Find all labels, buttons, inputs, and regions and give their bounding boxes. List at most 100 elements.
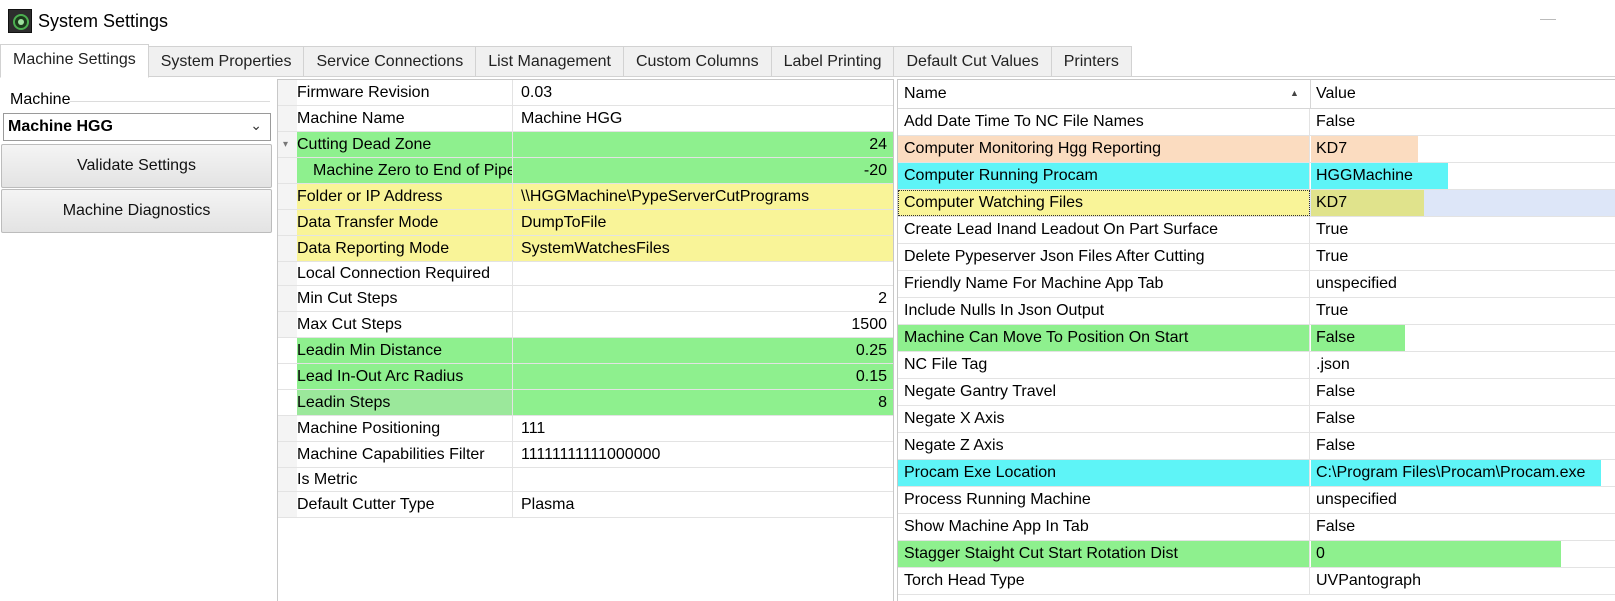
tab-system-properties[interactable]: System Properties — [147, 46, 305, 77]
tab-service-connections[interactable]: Service Connections — [303, 46, 477, 77]
property-value[interactable]: \\HGGMachine\PypeServerCutPrograms — [521, 184, 893, 209]
property-value[interactable]: DumpToFile — [521, 210, 893, 235]
table-row[interactable]: Computer Running Procam HGGMachine — [898, 163, 1615, 190]
property-row[interactable]: Leadin Steps 8 — [278, 390, 893, 416]
column-header-value[interactable]: Value — [1316, 85, 1356, 103]
property-row[interactable]: Min Cut Steps 2 — [278, 286, 893, 312]
table-row[interactable]: Negate X Axis False — [898, 406, 1615, 433]
row-name: Computer Monitoring Hgg Reporting — [898, 136, 1310, 162]
property-row[interactable]: Folder or IP Address \\HGGMachine\PypeSe… — [278, 184, 893, 210]
row-name: Show Machine App In Tab — [898, 514, 1310, 540]
machine-select[interactable]: Machine HGG ⌄ — [3, 113, 271, 141]
row-value[interactable]: KD7 — [1311, 136, 1418, 162]
validate-settings-button[interactable]: Validate Settings — [1, 144, 272, 188]
row-name: Negate Gantry Travel — [898, 379, 1310, 405]
table-row-selected[interactable]: Computer Watching Files KD7 — [898, 190, 1615, 217]
row-value[interactable]: unspecified — [1311, 487, 1397, 513]
property-row[interactable]: Data Transfer Mode DumpToFile — [278, 210, 893, 236]
tab-custom-columns[interactable]: Custom Columns — [622, 46, 772, 77]
property-value[interactable]: 0.25 — [521, 338, 893, 363]
settings-table: Name ▲ Value Add Date Time To NC File Na… — [897, 79, 1615, 601]
property-value[interactable]: 8 — [521, 390, 893, 415]
row-name: Computer Running Procam — [898, 163, 1310, 189]
table-row[interactable]: Delete Pypeserver Json Files After Cutti… — [898, 244, 1615, 271]
tab-list-management[interactable]: List Management — [475, 46, 624, 77]
table-row[interactable]: Negate Z Axis False — [898, 433, 1615, 460]
row-value[interactable]: UVPantograph — [1311, 568, 1421, 594]
row-value[interactable]: False — [1311, 514, 1355, 540]
table-row[interactable]: Computer Monitoring Hgg Reporting KD7 — [898, 136, 1615, 163]
property-row[interactable]: Local Connection Required — [278, 262, 893, 286]
row-value[interactable]: False — [1311, 379, 1355, 405]
row-value[interactable]: HGGMachine — [1311, 163, 1448, 189]
column-header-name[interactable]: Name — [904, 85, 947, 103]
row-value[interactable]: False — [1311, 325, 1405, 351]
table-row[interactable]: Add Date Time To NC File Names False — [898, 109, 1615, 136]
row-value[interactable]: False — [1311, 433, 1355, 459]
table-row[interactable]: Machine Can Move To Position On Start Fa… — [898, 325, 1615, 352]
row-value[interactable]: .json — [1311, 352, 1350, 378]
property-value[interactable]: 1500 — [521, 312, 893, 337]
table-row[interactable]: Process Running Machine unspecified — [898, 487, 1615, 514]
property-value — [521, 262, 893, 285]
property-value[interactable]: Plasma — [521, 492, 893, 517]
row-name: Stagger Staight Cut Start Rotation Dist — [898, 541, 1310, 567]
property-value[interactable]: 111 — [521, 416, 893, 441]
property-value[interactable]: 0.15 — [521, 364, 893, 389]
property-value[interactable]: -20 — [521, 158, 893, 183]
table-row[interactable]: Negate Gantry Travel False — [898, 379, 1615, 406]
property-row[interactable]: Machine Zero to End of Pipe -20 — [278, 158, 893, 184]
tab-printers[interactable]: Printers — [1050, 46, 1132, 77]
tab-label-printing[interactable]: Label Printing — [770, 46, 895, 77]
property-value[interactable]: 2 — [521, 286, 893, 311]
property-row[interactable]: Max Cut Steps 1500 — [278, 312, 893, 338]
row-value[interactable]: True — [1311, 217, 1348, 243]
table-row[interactable]: Torch Head Type UVPantograph — [898, 568, 1615, 595]
row-name: Include Nulls In Json Output — [898, 298, 1310, 324]
row-value[interactable]: unspecified — [1311, 271, 1397, 297]
table-row[interactable]: Include Nulls In Json Output True — [898, 298, 1615, 325]
property-row[interactable]: Machine Capabilities Filter 111111111110… — [278, 442, 893, 468]
tab-default-cut-values[interactable]: Default Cut Values — [893, 46, 1052, 77]
tab-machine-settings[interactable]: Machine Settings — [0, 44, 149, 78]
property-name: Local Connection Required — [297, 262, 513, 285]
table-row[interactable]: NC File Tag .json — [898, 352, 1615, 379]
property-row[interactable]: Leadin Min Distance 0.25 — [278, 338, 893, 364]
minimize-button[interactable] — [1540, 19, 1556, 20]
row-value[interactable]: 0 — [1311, 541, 1561, 567]
sort-ascending-icon: ▲ — [1290, 88, 1299, 98]
chevron-down-icon[interactable]: ⌄ — [250, 117, 262, 134]
row-value[interactable]: KD7 — [1311, 190, 1424, 216]
property-row[interactable]: Firmware Revision 0.03 — [278, 80, 893, 106]
row-value[interactable]: False — [1311, 406, 1355, 432]
row-name: Add Date Time To NC File Names — [898, 109, 1310, 135]
row-value[interactable]: C:\Program Files\Procam\Procam.exe — [1311, 460, 1601, 486]
property-row[interactable]: ▾ Cutting Dead Zone 24 — [278, 132, 893, 158]
property-row[interactable]: Default Cutter Type Plasma — [278, 492, 893, 518]
property-row[interactable]: Is Metric — [278, 468, 893, 492]
property-value[interactable]: SystemWatchesFiles — [521, 236, 893, 261]
row-name: Process Running Machine — [898, 487, 1310, 513]
row-value[interactable]: True — [1311, 298, 1348, 324]
property-value[interactable]: 24 — [521, 132, 893, 157]
property-value[interactable]: 11111111111000000 — [521, 442, 893, 467]
table-header: Name ▲ Value — [898, 80, 1615, 109]
property-row[interactable]: Machine Name Machine HGG — [278, 106, 893, 132]
table-row[interactable]: Show Machine App In Tab False — [898, 514, 1615, 541]
table-row[interactable]: Stagger Staight Cut Start Rotation Dist … — [898, 541, 1615, 568]
machine-diagnostics-button[interactable]: Machine Diagnostics — [1, 189, 272, 233]
property-value[interactable]: 0.03 — [521, 80, 893, 105]
property-row[interactable]: Machine Positioning 111 — [278, 416, 893, 442]
table-row[interactable]: Create Lead Inand Leadout On Part Surfac… — [898, 217, 1615, 244]
row-name: Procam Exe Location — [898, 460, 1310, 486]
property-row[interactable]: Data Reporting Mode SystemWatchesFiles — [278, 236, 893, 262]
property-value[interactable]: Machine HGG — [521, 106, 893, 131]
row-value[interactable]: False — [1311, 109, 1611, 135]
table-row[interactable]: Procam Exe Location C:\Program Files\Pro… — [898, 460, 1615, 487]
row-value[interactable]: True — [1311, 244, 1348, 270]
collapse-arrow-icon[interactable]: ▾ — [283, 139, 288, 150]
property-row[interactable]: Lead In-Out Arc Radius 0.15 — [278, 364, 893, 390]
property-grid: Firmware Revision 0.03 Machine Name Mach… — [277, 79, 894, 601]
property-name: Firmware Revision — [297, 80, 513, 105]
table-row[interactable]: Friendly Name For Machine App Tab unspec… — [898, 271, 1615, 298]
